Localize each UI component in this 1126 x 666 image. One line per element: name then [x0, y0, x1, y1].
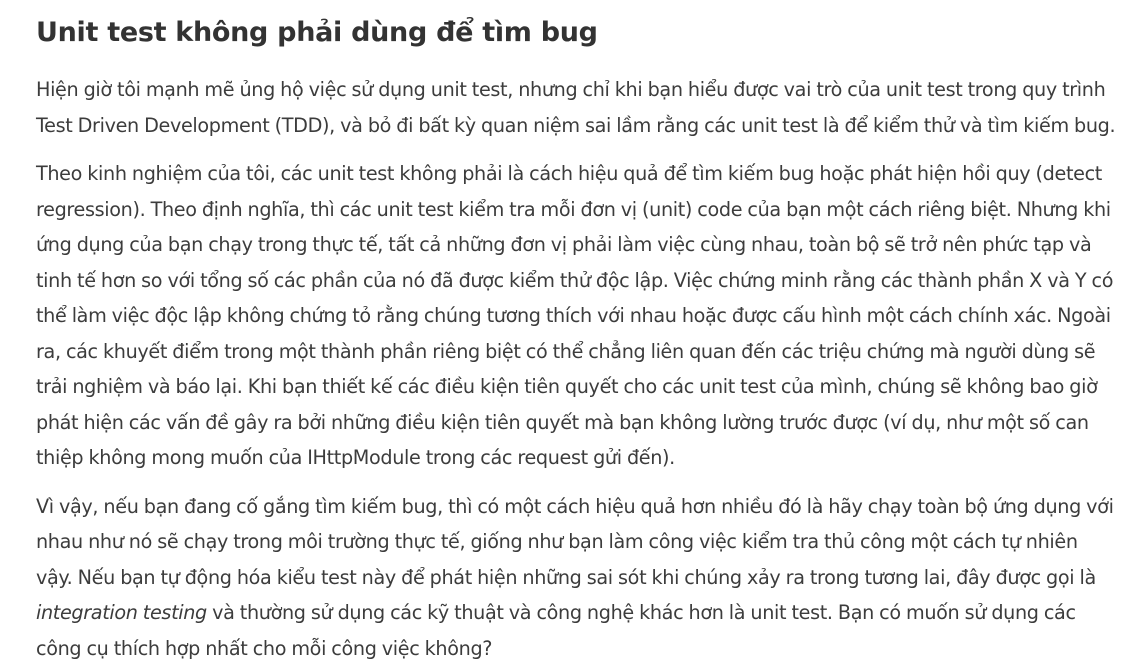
paragraph-experience: Theo kinh nghiệm của tôi, các unit test …: [36, 156, 1116, 476]
paragraph-integration: Vì vậy, nếu bạn đang cố gắng tìm kiếm bu…: [36, 489, 1116, 666]
integration-testing-term: integration testing: [36, 601, 207, 624]
article-content: Unit test không phải dùng để tìm bug Hiệ…: [36, 0, 1116, 666]
article-heading: Unit test không phải dùng để tìm bug: [36, 14, 1116, 52]
paragraph-integration-text-before: Vì vậy, nếu bạn đang cố gắng tìm kiếm bu…: [36, 495, 1114, 589]
paragraph-intro: Hiện giờ tôi mạnh mẽ ủng hộ việc sử dụng…: [36, 72, 1116, 143]
